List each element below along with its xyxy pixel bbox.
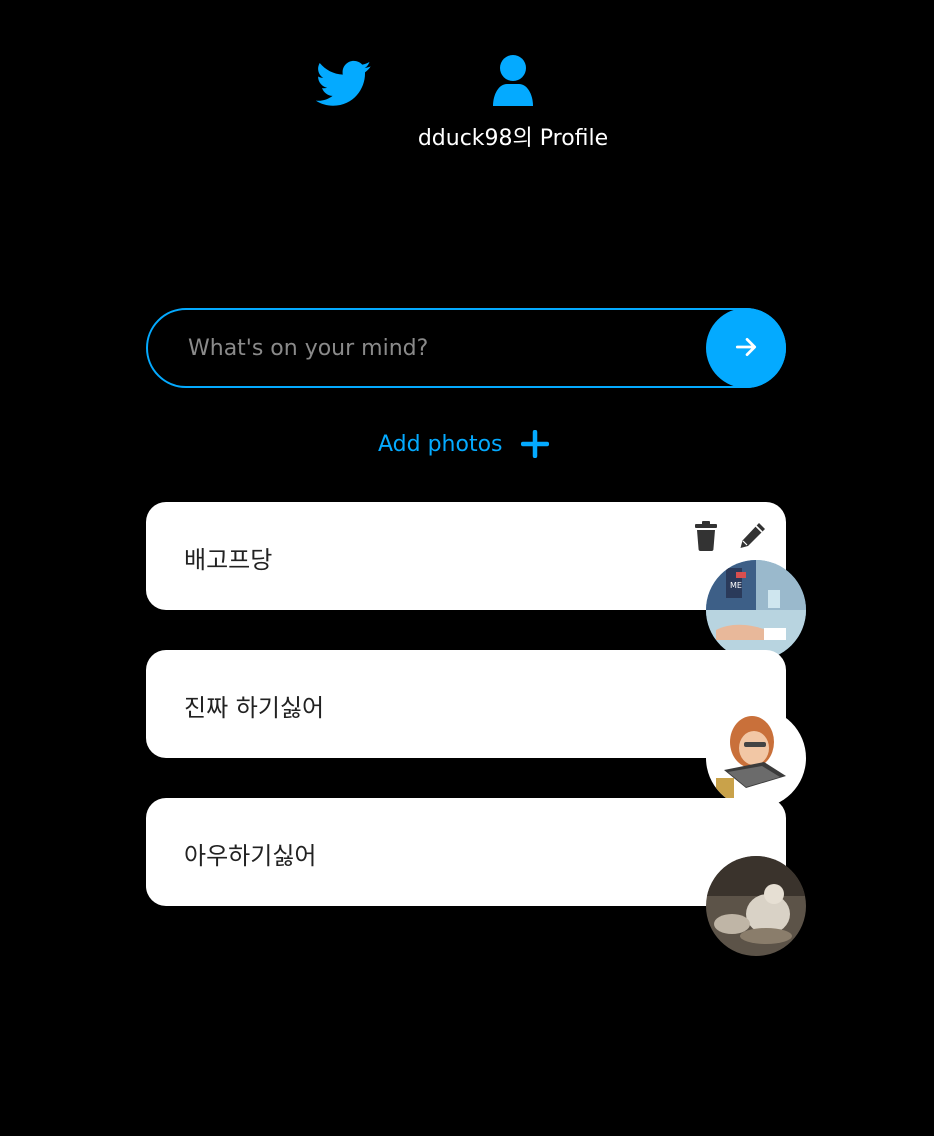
tweet-card: 배고프당 ME (146, 502, 806, 660)
add-photos-button[interactable]: Add photos (378, 424, 549, 464)
profile-label: dduck98의 Profile (417, 126, 609, 151)
tweet-text: 진짜 하기싫어 (184, 694, 325, 722)
tweet-composer (146, 308, 786, 388)
pencil-icon[interactable] (736, 520, 768, 552)
tweet-text: 배고프당 (184, 546, 273, 574)
tweet-input[interactable] (146, 308, 786, 388)
tweet-card: 진짜 하기싫어 (146, 650, 806, 808)
tweet-text: 아우하기싫어 (184, 842, 317, 870)
tweet-photo (706, 708, 806, 808)
twitter-bird-icon[interactable] (315, 60, 372, 108)
profile-link[interactable]: dduck98의 Profile (400, 54, 626, 154)
tweet-actions (690, 520, 768, 552)
trash-icon[interactable] (690, 520, 722, 552)
arrow-right-icon (733, 334, 759, 363)
plus-icon (520, 429, 549, 459)
page: dduck98의 Profile Add photos 배고프당 (0, 0, 934, 1136)
tweet-photo (706, 856, 806, 956)
tweet-card: 아우하기싫어 (146, 798, 806, 956)
submit-tweet-button[interactable] (706, 308, 786, 388)
add-photos-label: Add photos (378, 431, 503, 457)
user-icon (491, 54, 535, 106)
tweet-photo: ME (706, 560, 806, 660)
svg-text:ME: ME (730, 581, 742, 590)
